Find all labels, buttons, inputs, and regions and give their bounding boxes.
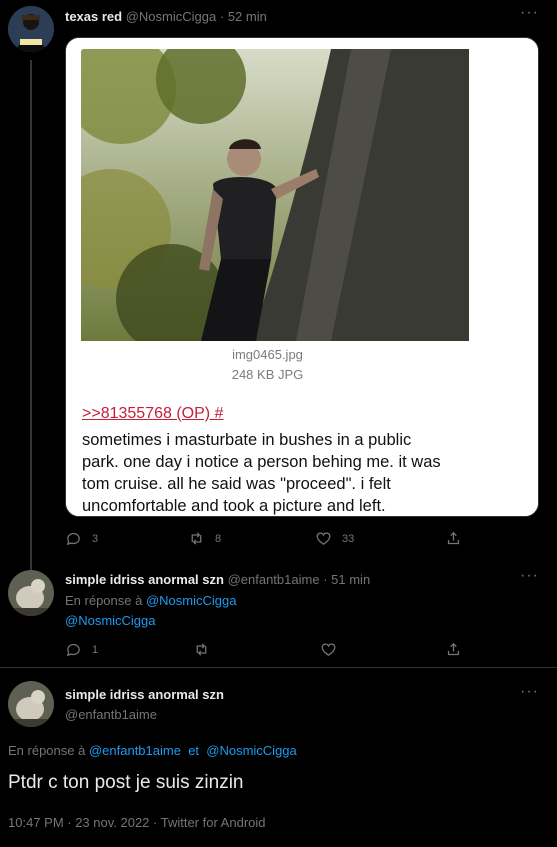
- retweet-count: 8: [215, 532, 222, 545]
- avatar-image: [8, 681, 54, 727]
- post-text-line: uncomfortable and took a picture and lef…: [82, 497, 386, 515]
- reply-count: 1: [92, 643, 99, 656]
- display-name[interactable]: simple idriss anormal szn: [65, 687, 224, 702]
- photo: [81, 49, 469, 341]
- divider: [0, 667, 557, 668]
- post-text-line: tom cruise. all he said was "proceed". i…: [82, 475, 391, 493]
- image-file-name: img0465.jpg: [232, 347, 303, 362]
- share-icon: [447, 531, 460, 545]
- timestamp[interactable]: 51 min: [331, 572, 370, 587]
- tweet-header: simple idriss anormal szn @enfantb1aime …: [65, 572, 370, 587]
- like-button[interactable]: [320, 641, 337, 658]
- mention-link[interactable]: @NosmicCigga: [65, 613, 156, 628]
- tweet-timestamp[interactable]: 10:47 PM · 23 nov. 2022 · Twitter for An…: [8, 815, 266, 830]
- tweet-header: simple idriss anormal szn: [65, 687, 224, 702]
- separator: ·: [219, 9, 225, 24]
- tweet-header: texas red @NosmicCigga · 52 min: [65, 9, 267, 24]
- reply-context: En réponse à @NosmicCigga: [65, 593, 236, 608]
- reply-icon: [66, 532, 80, 546]
- tweet-text: Ptdr c ton post je suis zinzin: [8, 772, 244, 793]
- mention-link[interactable]: @enfantb1aime: [89, 743, 181, 758]
- screenshot-content: img0465.jpg 248 KB JPG >>81355768 (OP) #…: [66, 38, 538, 516]
- retweet-button[interactable]: 8: [188, 530, 221, 547]
- thread-line: [30, 60, 32, 570]
- heart-icon: [316, 532, 331, 545]
- post-text-line: park. one day i notice a person behing m…: [82, 453, 441, 471]
- reply-icon: [66, 643, 80, 657]
- avatar[interactable]: [8, 570, 54, 616]
- share-button[interactable]: [445, 641, 462, 658]
- more-options-icon[interactable]: ···: [520, 4, 539, 22]
- handle[interactable]: @enfantb1aime: [65, 707, 157, 722]
- reply-count: 3: [92, 532, 99, 545]
- post-text-line: sometimes i masturbate in bushes in a pu…: [82, 431, 412, 449]
- separator: ·: [323, 572, 328, 587]
- handle[interactable]: @enfantb1aime: [228, 572, 320, 587]
- quote-link: >>81355768 (OP) #: [82, 405, 224, 422]
- tweet-actions: 1: [0, 641, 557, 661]
- reply-prefix: En réponse à: [8, 743, 86, 758]
- avatar[interactable]: [8, 6, 54, 52]
- avatar-image: [8, 6, 54, 52]
- post-text: sometimes i masturbate in bushes in a pu…: [82, 429, 477, 516]
- mention-link[interactable]: @NosmicCigga: [206, 743, 297, 758]
- mention-link[interactable]: @NosmicCigga: [146, 593, 237, 608]
- reply-button[interactable]: 1: [65, 641, 98, 658]
- tweet-actions: 3 8 33: [0, 530, 557, 550]
- like-count: 33: [342, 532, 355, 545]
- reply-and: et: [188, 743, 200, 758]
- share-button[interactable]: [445, 530, 462, 547]
- handle[interactable]: @NosmicCigga: [126, 9, 217, 24]
- retweet-icon: [191, 532, 202, 545]
- share-icon: [447, 642, 460, 656]
- reply-button[interactable]: 3: [65, 530, 98, 547]
- avatar-image: [8, 570, 54, 616]
- heart-icon: [321, 643, 336, 656]
- more-options-icon[interactable]: ···: [520, 683, 539, 701]
- like-button[interactable]: 33: [315, 530, 354, 547]
- retweet-button[interactable]: [193, 641, 210, 658]
- photo-image: [81, 49, 469, 341]
- avatar[interactable]: [8, 681, 54, 727]
- display-name[interactable]: simple idriss anormal szn: [65, 572, 224, 587]
- display-name[interactable]: texas red: [65, 9, 122, 24]
- more-options-icon[interactable]: ···: [520, 567, 539, 585]
- image-file-size: 248 KB JPG: [231, 367, 304, 382]
- reply-prefix: En réponse à: [65, 593, 143, 608]
- retweet-icon: [196, 643, 207, 656]
- timestamp[interactable]: 52 min: [228, 9, 267, 24]
- tweet-image[interactable]: img0465.jpg 248 KB JPG >>81355768 (OP) #…: [65, 37, 539, 517]
- reply-context: En réponse à @enfantb1aime et @NosmicCig…: [8, 743, 297, 758]
- tweet-text: @NosmicCigga: [65, 613, 156, 628]
